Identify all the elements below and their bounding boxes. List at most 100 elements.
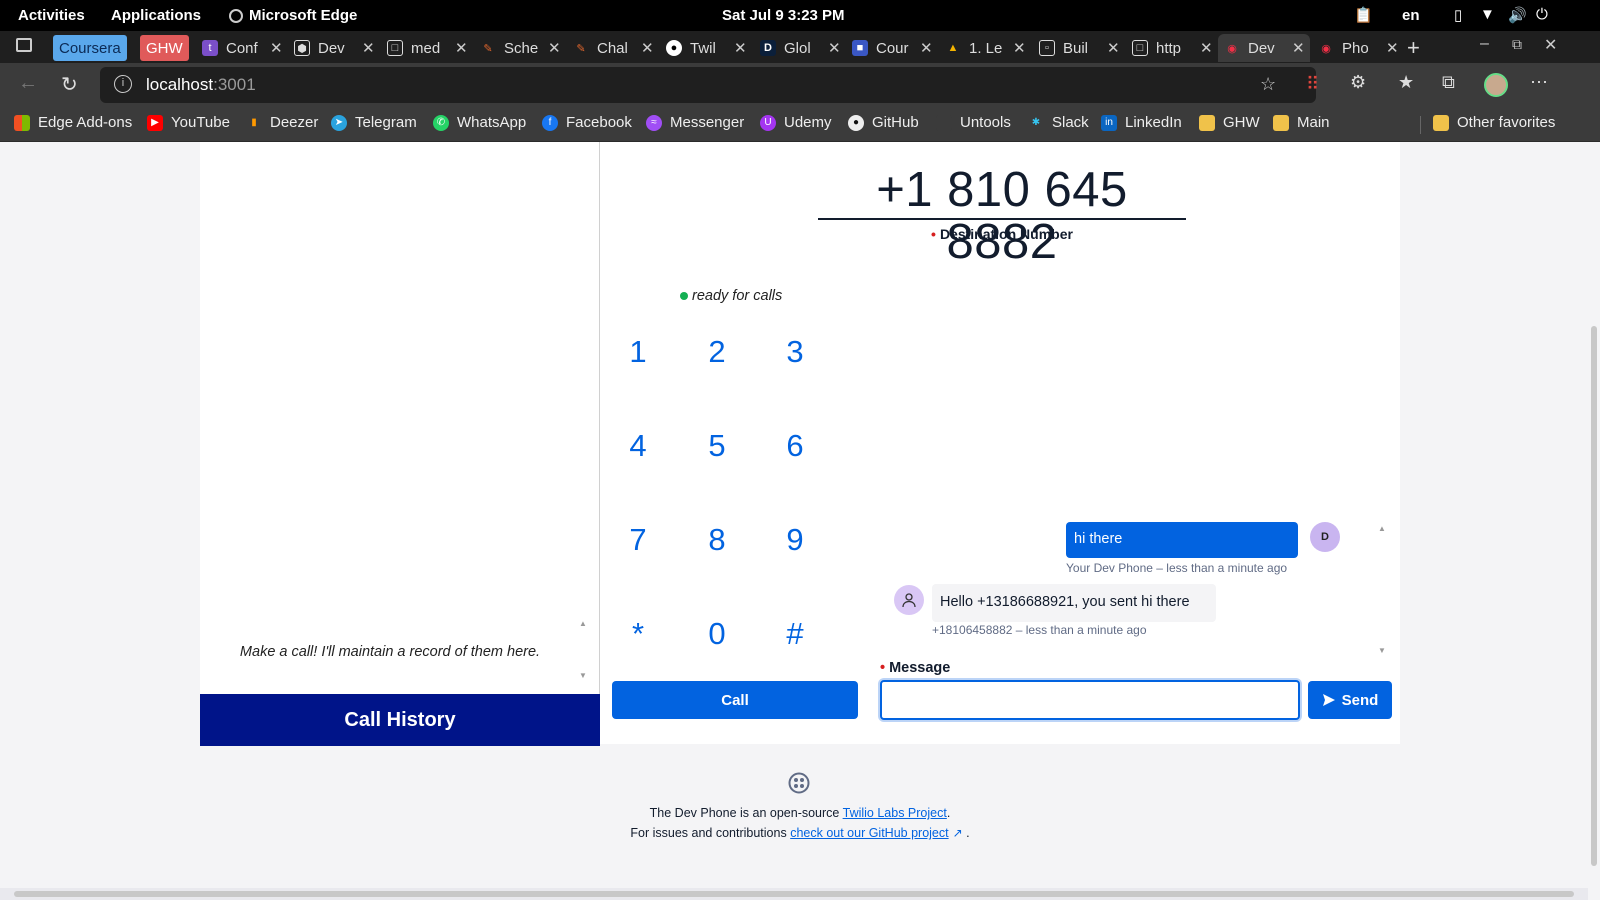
applications-menu[interactable]: Applications [111, 7, 201, 24]
tab[interactable]: ■ Cour ✕ [852, 35, 933, 61]
close-icon[interactable]: ✕ [828, 39, 841, 57]
fav-edge-addons[interactable]: Edge Add-ons [14, 114, 132, 131]
dial-key-1[interactable]: 1 [608, 322, 668, 382]
add-favorite-icon[interactable]: ☆ [1260, 74, 1276, 95]
dial-key-6[interactable]: 6 [765, 416, 825, 476]
apps-grid-icon[interactable]: ⠿ [1306, 74, 1319, 95]
close-icon[interactable]: ✕ [920, 39, 933, 57]
dial-key-star[interactable]: * [608, 604, 668, 664]
profile-avatar[interactable] [1484, 73, 1508, 97]
reload-icon[interactable]: ↻ [61, 72, 78, 97]
fav-udemy[interactable]: U Udemy [760, 114, 832, 131]
dial-key-9[interactable]: 9 [765, 510, 825, 570]
fav-folder-ghw[interactable]: GHW [1199, 114, 1260, 131]
back-icon[interactable]: ← [18, 72, 38, 95]
tab[interactable]: ⬢ Dev ✕ [294, 35, 375, 61]
language-indicator[interactable]: en [1402, 7, 1420, 24]
fav-whatsapp[interactable]: ✆ WhatsApp [433, 114, 526, 131]
page-horizontal-scrollbar[interactable] [0, 888, 1588, 900]
dial-key-8[interactable]: 8 [687, 510, 747, 570]
app-menu[interactable]: Microsoft Edge [229, 7, 357, 24]
close-icon[interactable]: ✕ [455, 39, 468, 57]
phone-icon[interactable]: ▯ [1454, 6, 1462, 24]
fav-facebook[interactable]: f Facebook [542, 114, 632, 131]
fav-linkedin[interactable]: in LinkedIn [1101, 114, 1182, 131]
dial-key-hash[interactable]: # [765, 604, 825, 664]
tab[interactable]: D Glol ✕ [760, 35, 841, 61]
dialer-panel: +1 810 645 8882 • Destination Number read… [600, 142, 1400, 744]
udemy-icon: U [760, 114, 776, 131]
close-icon[interactable]: ✕ [1013, 39, 1026, 57]
twilio-labs-link[interactable]: Twilio Labs Project [843, 806, 947, 820]
clipboard-icon[interactable]: 📋 [1354, 6, 1373, 24]
power-icon[interactable]: ⏻ [1536, 6, 1548, 23]
tab[interactable]: ● Twil ✕ [666, 35, 747, 61]
dial-key-3[interactable]: 3 [765, 322, 825, 382]
fav-slack[interactable]: ✱ Slack [1028, 114, 1089, 131]
close-icon[interactable]: ✕ [641, 39, 654, 57]
fav-folder-main[interactable]: Main [1273, 114, 1330, 131]
conversation-scrollbar[interactable]: ▲ ▼ [1378, 524, 1388, 660]
tab[interactable]: ▫ Buil ✕ [1039, 35, 1120, 61]
tab[interactable]: ▲ 1. Le ✕ [945, 35, 1026, 61]
restore-icon[interactable]: ⧉ [1512, 36, 1522, 53]
extensions-icon[interactable]: ⚙ [1350, 72, 1366, 93]
clock[interactable]: Sat Jul 9 3:23 PM [722, 7, 845, 24]
scrollbar-thumb[interactable] [14, 891, 1574, 897]
close-icon[interactable]: ✕ [362, 39, 375, 57]
tab[interactable]: ✎ Chal ✕ [573, 35, 654, 61]
fav-untools[interactable]: Untools [936, 114, 1011, 131]
fav-label: Deezer [270, 114, 319, 131]
close-icon[interactable]: ✕ [1107, 39, 1120, 57]
fav-label: YouTube [171, 114, 230, 131]
wifi-icon[interactable]: ▼ [1480, 6, 1495, 23]
dial-key-7[interactable]: 7 [608, 510, 668, 570]
close-icon[interactable]: ✕ [734, 39, 747, 57]
call-history-scrollbar[interactable]: ▲ ▼ [579, 619, 589, 680]
dial-key-0[interactable]: 0 [687, 604, 747, 664]
close-icon[interactable]: ✕ [1292, 39, 1305, 57]
minimize-icon[interactable]: – [1480, 35, 1489, 53]
info-icon[interactable]: i [114, 75, 132, 93]
tab-actions-icon[interactable] [16, 38, 32, 52]
call-history-title[interactable]: Call History [200, 694, 600, 746]
fav-telegram[interactable]: ➤ Telegram [331, 114, 417, 131]
dial-key-4[interactable]: 4 [608, 416, 668, 476]
tab[interactable]: ✎ Sche ✕ [480, 35, 561, 61]
close-icon[interactable]: ✕ [270, 39, 283, 57]
tab[interactable]: □ med ✕ [387, 35, 468, 61]
github-project-link[interactable]: check out our GitHub project [790, 826, 948, 840]
close-icon[interactable]: ✕ [548, 39, 561, 57]
address-bar[interactable]: i localhost:3001 ☆ [100, 67, 1316, 103]
tab-coursera[interactable]: Coursera [53, 35, 127, 61]
send-button[interactable]: Send [1308, 681, 1392, 719]
tab[interactable]: □ http ✕ [1132, 35, 1213, 61]
twilio-logo-icon[interactable] [788, 772, 810, 794]
scrollbar-thumb[interactable] [1591, 326, 1597, 866]
message-input[interactable] [880, 680, 1300, 720]
fav-messenger[interactable]: ≈ Messenger [646, 114, 744, 131]
tab[interactable]: t Conf ✕ [202, 35, 283, 61]
close-icon[interactable]: ✕ [1386, 39, 1399, 57]
fav-other-favorites[interactable]: Other favorites [1433, 114, 1555, 131]
close-icon[interactable]: ✕ [1200, 39, 1213, 57]
page-vertical-scrollbar[interactable] [1588, 142, 1600, 872]
more-menu-icon[interactable]: ⋯ [1530, 72, 1548, 93]
fav-github[interactable]: ● GitHub [848, 114, 919, 131]
new-tab-icon[interactable]: + [1407, 35, 1420, 61]
destination-number-display[interactable]: +1 810 645 8882 [818, 164, 1186, 268]
fav-youtube[interactable]: ▶ YouTube [147, 114, 230, 131]
dial-key-5[interactable]: 5 [687, 416, 747, 476]
collections-icon[interactable]: ⧉ [1442, 72, 1455, 93]
tab-ghw[interactable]: GHW [140, 35, 189, 61]
favorites-icon[interactable]: ★ [1398, 72, 1414, 93]
activities-button[interactable]: Activities [18, 7, 85, 24]
page-icon: ▫ [1039, 40, 1055, 56]
tab[interactable]: ◉ Pho ✕ [1318, 35, 1399, 61]
volume-icon[interactable]: 🔊 [1508, 6, 1527, 24]
close-window-icon[interactable]: ✕ [1544, 35, 1557, 55]
fav-deezer[interactable]: ▮ Deezer [246, 114, 318, 131]
call-button[interactable]: Call [612, 681, 858, 719]
tab-active[interactable]: ◉ Dev ✕ [1218, 34, 1310, 62]
dial-key-2[interactable]: 2 [687, 322, 747, 382]
